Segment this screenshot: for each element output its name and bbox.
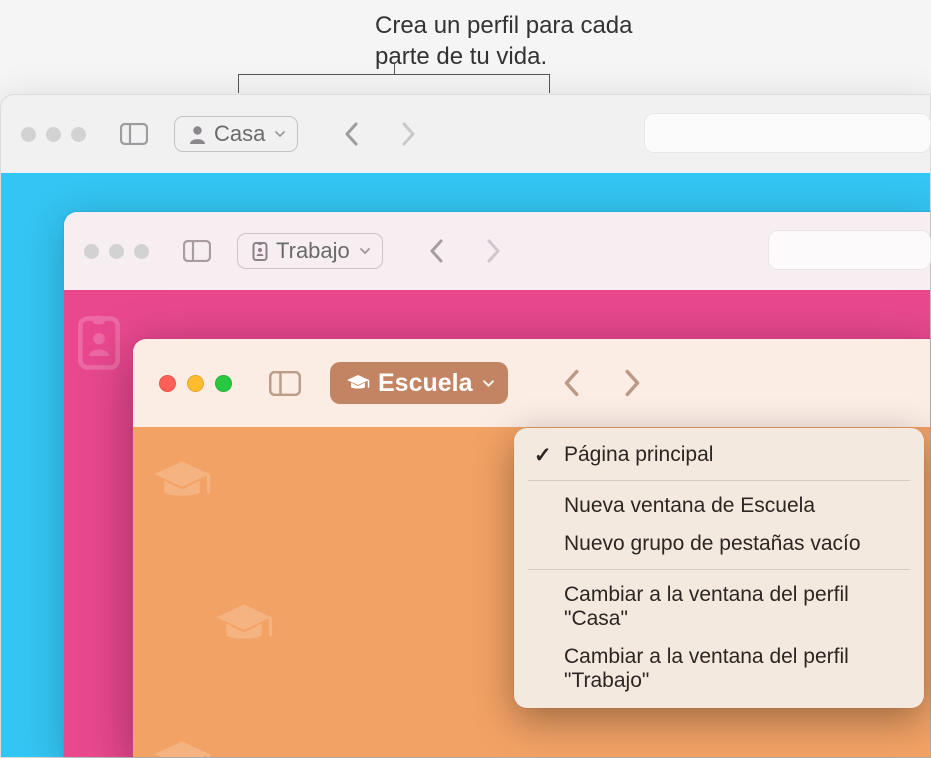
chevron-down-icon <box>483 380 494 387</box>
sidebar-toggle-button[interactable] <box>112 118 156 151</box>
menu-item-label: Nuevo grupo de pestañas vacío <box>564 532 861 555</box>
annotation-bracket <box>238 74 550 92</box>
back-button[interactable] <box>554 366 588 400</box>
chevron-left-icon <box>344 122 358 146</box>
person-icon <box>189 125 206 144</box>
menu-item-switch-trabajo[interactable]: Cambiar a la ventana del perfil "Trabajo… <box>514 638 924 700</box>
chevron-right-icon <box>625 369 641 397</box>
zoom-dot[interactable] <box>134 244 149 259</box>
sidebar-icon <box>183 240 211 262</box>
menu-item-label: Página principal <box>564 443 713 466</box>
profile-label: Trabajo <box>276 238 350 264</box>
graduation-cap-icon <box>346 374 370 393</box>
sidebar-icon <box>120 123 148 145</box>
menu-item-switch-casa[interactable]: Cambiar a la ventana del perfil "Casa" <box>514 576 924 638</box>
chevron-right-icon <box>487 239 501 263</box>
badge-bg-icon <box>76 315 122 371</box>
profile-select-escuela[interactable]: Escuela <box>330 362 508 404</box>
chevron-right-icon <box>402 122 416 146</box>
minimize-dot[interactable] <box>46 127 61 142</box>
minimize-dot[interactable] <box>187 375 204 392</box>
nav-buttons-trabajo <box>419 234 511 268</box>
address-bar-trabajo[interactable] <box>768 230 931 270</box>
menu-item-home-page[interactable]: Página principal <box>514 436 924 474</box>
menu-separator <box>528 480 910 481</box>
profile-dropdown-menu: Página principal Nueva ventana de Escuel… <box>514 428 924 708</box>
traffic-lights-escuela <box>159 375 232 392</box>
graduation-cap-bg-icon <box>151 739 213 758</box>
menu-separator <box>528 569 910 570</box>
forward-button[interactable] <box>392 117 426 151</box>
menu-item-label: Cambiar a la ventana del perfil "Casa" <box>564 583 849 630</box>
graduation-cap-bg-icon <box>151 459 213 507</box>
menu-item-new-tab-group[interactable]: Nuevo grupo de pestañas vacío <box>514 525 924 563</box>
close-dot[interactable] <box>159 375 176 392</box>
menu-item-label: Nueva ventana de Escuela <box>564 494 815 517</box>
menu-item-new-window[interactable]: Nueva ventana de Escuela <box>514 487 924 525</box>
profile-select-casa[interactable]: Casa <box>174 116 298 152</box>
nav-buttons-escuela <box>554 366 650 400</box>
close-dot[interactable] <box>84 244 99 259</box>
minimize-dot[interactable] <box>109 244 124 259</box>
graduation-cap-bg-icon <box>213 602 275 650</box>
sidebar-toggle-button[interactable] <box>175 235 219 268</box>
badge-icon <box>252 242 268 261</box>
window-escuela-toolbar: Escuela <box>133 339 930 427</box>
back-button[interactable] <box>334 117 368 151</box>
traffic-lights-casa <box>21 127 86 142</box>
annotation-line2: parte de tu vida. <box>375 43 547 70</box>
traffic-lights-trabajo <box>84 244 149 259</box>
annotation-text: Crea un perfil para cada parte de tu vid… <box>375 10 632 72</box>
chevron-left-icon <box>563 369 579 397</box>
menu-item-label: Cambiar a la ventana del perfil "Trabajo… <box>564 645 849 692</box>
profile-label: Escuela <box>378 369 473 398</box>
chevron-down-icon <box>360 248 370 254</box>
nav-buttons-casa <box>334 117 426 151</box>
zoom-dot[interactable] <box>71 127 86 142</box>
sidebar-toggle-button[interactable] <box>260 364 310 402</box>
forward-button[interactable] <box>616 366 650 400</box>
forward-button[interactable] <box>477 234 511 268</box>
zoom-dot[interactable] <box>215 375 232 392</box>
profile-select-trabajo[interactable]: Trabajo <box>237 233 383 269</box>
back-button[interactable] <box>419 234 453 268</box>
address-bar-casa[interactable] <box>644 113 931 153</box>
profile-label: Casa <box>214 121 265 147</box>
close-dot[interactable] <box>21 127 36 142</box>
chevron-left-icon <box>429 239 443 263</box>
chevron-down-icon <box>275 131 285 137</box>
annotation-line1: Crea un perfil para cada <box>375 12 632 39</box>
sidebar-icon <box>269 371 301 396</box>
